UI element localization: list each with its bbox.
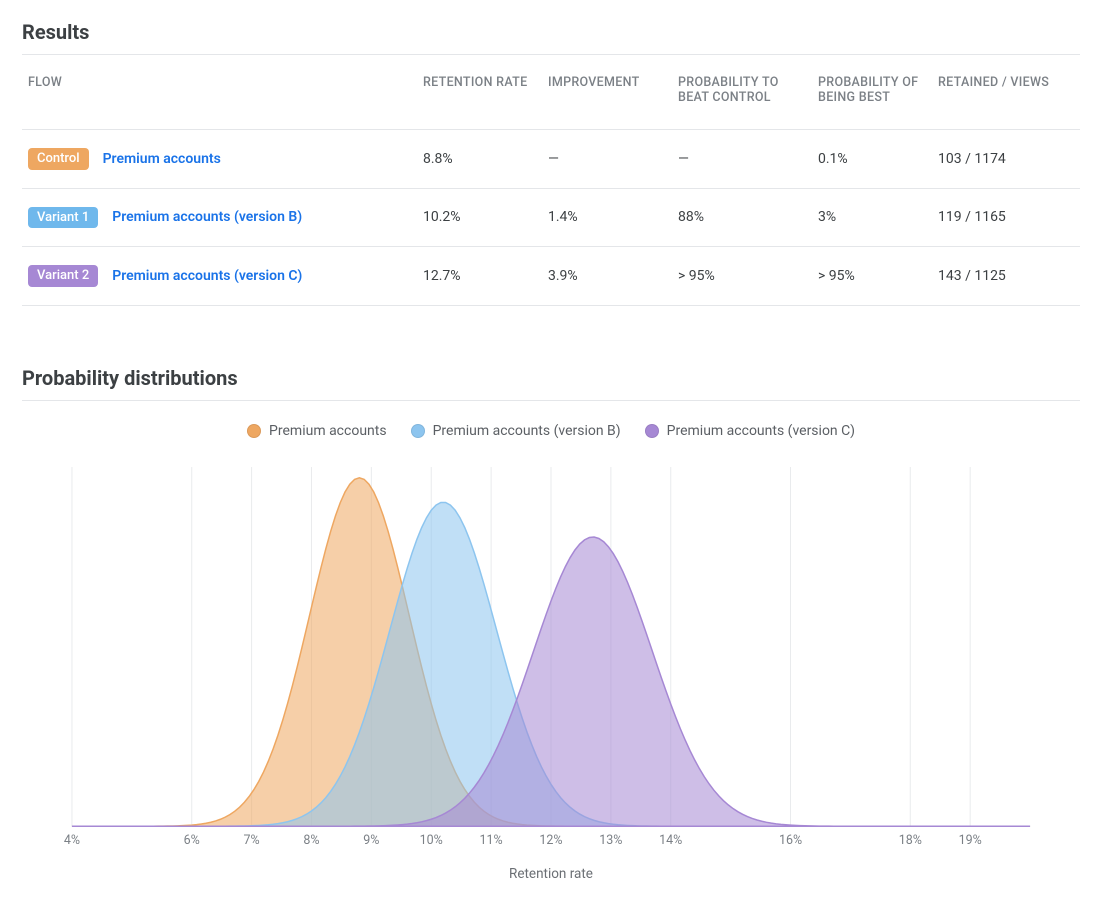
legend-item[interactable]: Premium accounts: [247, 423, 387, 439]
legend-label: Premium accounts (version B): [433, 423, 621, 439]
retention-cell: 12.7%: [417, 247, 542, 306]
svg-text:18%: 18%: [899, 833, 922, 848]
legend-item[interactable]: Premium accounts (version C): [645, 423, 855, 439]
table-row: Variant 1 Premium accounts (version B) 10.…: [22, 188, 1080, 247]
prob-best-cell: 0.1%: [812, 130, 932, 189]
variant-badge: Control: [28, 148, 89, 170]
col-prob-best: PROBABILITY OF BEING BEST: [812, 61, 932, 130]
svg-text:6%: 6%: [184, 833, 200, 848]
variant-badge: Variant 2: [28, 265, 98, 287]
svg-text:8%: 8%: [303, 833, 319, 848]
svg-text:14%: 14%: [659, 833, 682, 848]
improvement-cell: —: [542, 130, 672, 189]
svg-text:4%: 4%: [64, 833, 80, 848]
retained-views-cell: 143 / 1125: [932, 247, 1080, 306]
flow-link[interactable]: Premium accounts: [103, 151, 221, 167]
prob-beat-cell: 88%: [672, 188, 812, 247]
svg-text:9%: 9%: [363, 833, 379, 848]
flow-link[interactable]: Premium accounts (version B): [112, 209, 302, 225]
prob-best-cell: > 95%: [812, 247, 932, 306]
prob-best-cell: 3%: [812, 188, 932, 247]
retained-views-cell: 103 / 1174: [932, 130, 1080, 189]
col-prob-beat: PROBABILITY TO BEAT CONTROL: [672, 61, 812, 130]
chart-legend: Premium accounts Premium accounts (versio…: [22, 423, 1080, 439]
prob-beat-cell: > 95%: [672, 247, 812, 306]
divider: [22, 54, 1080, 55]
results-title: Results: [22, 20, 1080, 44]
col-retention: RETENTION RATE: [417, 61, 542, 130]
probability-chart: 4% 6% 7% 8% 9% 10% 11% 12% 13% 14% 16% 18% 19% Reten…: [42, 457, 1060, 882]
table-row: Variant 2 Premium accounts (version C) 12.…: [22, 247, 1080, 306]
svg-text:10%: 10%: [420, 833, 443, 848]
retention-cell: 10.2%: [417, 188, 542, 247]
svg-text:13%: 13%: [599, 833, 622, 848]
retention-cell: 8.8%: [417, 130, 542, 189]
results-table: FLOW RETENTION RATE IMPROVEMENT PROBABIL…: [22, 61, 1080, 306]
svg-text:19%: 19%: [959, 833, 982, 848]
svg-text:16%: 16%: [779, 833, 802, 848]
col-improvement: IMPROVEMENT: [542, 61, 672, 130]
legend-swatch-icon: [411, 424, 425, 438]
x-axis-label: Retention rate: [42, 866, 1060, 882]
legend-label: Premium accounts: [269, 423, 387, 439]
divider: [22, 400, 1080, 401]
legend-label: Premium accounts (version C): [667, 423, 855, 439]
legend-item[interactable]: Premium accounts (version B): [411, 423, 621, 439]
improvement-cell: 3.9%: [542, 247, 672, 306]
col-flow: FLOW: [22, 61, 417, 130]
col-retained-views: RETAINED / VIEWS: [932, 61, 1080, 130]
legend-swatch-icon: [247, 424, 261, 438]
flow-link[interactable]: Premium accounts (version C): [112, 268, 302, 284]
svg-text:11%: 11%: [480, 833, 503, 848]
legend-swatch-icon: [645, 424, 659, 438]
distributions-title: Probability distributions: [22, 366, 1080, 390]
variant-badge: Variant 1: [28, 207, 98, 229]
improvement-cell: 1.4%: [542, 188, 672, 247]
svg-text:7%: 7%: [244, 833, 260, 848]
retained-views-cell: 119 / 1165: [932, 188, 1080, 247]
table-row: ControlPremium accounts8.8%——0.1%103 / 1…: [22, 130, 1080, 189]
prob-beat-cell: —: [672, 130, 812, 189]
svg-text:12%: 12%: [539, 833, 562, 848]
